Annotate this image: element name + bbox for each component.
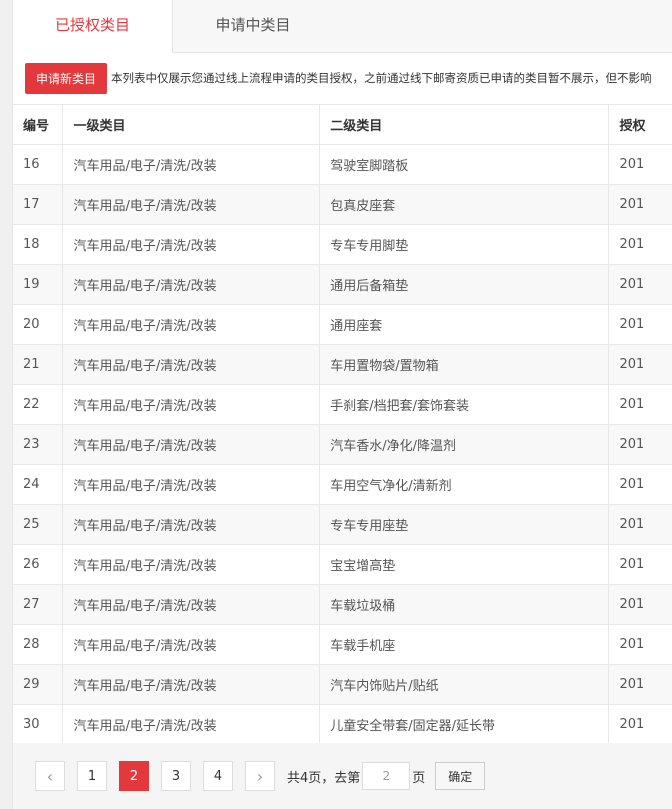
cell-cat1: 汽车用品/电子/清洗/改装 (62, 664, 321, 705)
cell-auth: 201 (608, 144, 672, 185)
header-auth: 授权 (608, 104, 672, 145)
cell-auth: 201 (608, 624, 672, 665)
tab-authorized[interactable]: 已授权类目 (13, 0, 173, 53)
table-row: 25 汽车用品/电子/清洗/改装 专车专用座垫 201 (13, 504, 672, 545)
cell-cat1: 汽车用品/电子/清洗/改装 (62, 584, 321, 625)
cell-cat2: 专车专用脚垫 (319, 224, 610, 265)
cell-cat1: 汽车用品/电子/清洗/改装 (62, 304, 321, 345)
cell-id: 18 (13, 224, 64, 265)
header-id: 编号 (13, 104, 64, 145)
cell-cat1: 汽车用品/电子/清洗/改装 (62, 224, 321, 265)
table-row: 22 汽车用品/电子/清洗/改装 手刹套/档把套/套饰套装 201 (13, 384, 672, 425)
cell-auth: 201 (608, 384, 672, 425)
table-row: 23 汽车用品/电子/清洗/改装 汽车香水/净化/降温剂 201 (13, 424, 672, 465)
total-pages-text: 共4页，去第 (287, 770, 361, 786)
cell-cat2: 通用座套 (319, 304, 610, 345)
table-row: 26 汽车用品/电子/清洗/改装 宝宝增高垫 201 (13, 544, 672, 585)
cell-auth: 201 (608, 184, 672, 225)
cell-auth: 201 (608, 704, 672, 745)
notice-text: 本列表中仅展示您通过线上流程申请的类目授权，之前通过线下邮寄资质已申请的类目暂不… (111, 71, 652, 85)
cell-cat1: 汽车用品/电子/清洗/改装 (62, 624, 321, 665)
cell-auth: 201 (608, 344, 672, 385)
apply-category-button[interactable]: 申请新类目 (25, 62, 108, 94)
cell-cat2: 包真皮座套 (319, 184, 610, 225)
cell-cat1: 汽车用品/电子/清洗/改装 (62, 504, 321, 545)
cell-cat1: 汽车用品/电子/清洗/改装 (62, 704, 321, 745)
page-3-button[interactable]: 3 (161, 761, 191, 791)
table-row: 20 汽车用品/电子/清洗/改装 通用座套 201 (13, 304, 672, 345)
cell-auth: 201 (608, 464, 672, 505)
header-cat2: 二级类目 (319, 104, 610, 145)
page-suffix-text: 页 (412, 770, 426, 786)
cell-cat1: 汽车用品/电子/清洗/改装 (62, 344, 321, 385)
page-2-button[interactable]: 2 (119, 761, 149, 791)
header-cat1: 一级类目 (62, 104, 321, 145)
cell-id: 20 (13, 304, 64, 345)
cell-id: 27 (13, 584, 64, 625)
table-row: 21 汽车用品/电子/清洗/改装 车用置物袋/置物箱 201 (13, 344, 672, 385)
cell-cat2: 手刹套/档把套/套饰套装 (319, 384, 610, 425)
table-row: 27 汽车用品/电子/清洗/改装 车载垃圾桶 201 (13, 584, 672, 625)
cell-cat2: 汽车内饰贴片/贴纸 (319, 664, 610, 705)
table-row: 30 汽车用品/电子/清洗/改装 儿童安全带套/固定器/延长带 201 (13, 704, 672, 745)
next-page-button[interactable]: › (245, 761, 275, 791)
category-table: 编号 一级类目 二级类目 授权 16 汽车用品/电子/清洗/改装 驾驶室脚踏板 201… (13, 104, 672, 745)
pagination: ‹ 1 2 3 4 › 共4页，去第 页 确定 (13, 743, 672, 809)
notice-bar: 申请新类目 本列表中仅展示您通过线上流程申请的类目授权，之前通过线下邮寄资质已申… (13, 53, 672, 103)
table-header-row: 编号 一级类目 二级类目 授权 (13, 104, 672, 145)
cell-auth: 201 (608, 584, 672, 625)
tab-bar: 已授权类目 申请中类目 (13, 0, 672, 53)
cell-id: 23 (13, 424, 64, 465)
table-row: 24 汽车用品/电子/清洗/改装 车用空气净化/清新剂 201 (13, 464, 672, 505)
cell-auth: 201 (608, 304, 672, 345)
cell-cat1: 汽车用品/电子/清洗/改装 (62, 184, 321, 225)
cell-auth: 201 (608, 424, 672, 465)
cell-id: 19 (13, 264, 64, 305)
cell-id: 25 (13, 504, 64, 545)
cell-auth: 201 (608, 664, 672, 705)
cell-auth: 201 (608, 544, 672, 585)
table-row: 16 汽车用品/电子/清洗/改装 驾驶室脚踏板 201 (13, 144, 672, 185)
cell-cat2: 车载垃圾桶 (319, 584, 610, 625)
cell-auth: 201 (608, 224, 672, 265)
table-row: 19 汽车用品/电子/清洗/改装 通用后备箱垫 201 (13, 264, 672, 305)
category-panel: 已授权类目 申请中类目 申请新类目 本列表中仅展示您通过线上流程申请的类目授权，… (12, 0, 672, 809)
table-row: 28 汽车用品/电子/清洗/改装 车载手机座 201 (13, 624, 672, 665)
cell-cat2: 车用置物袋/置物箱 (319, 344, 610, 385)
cell-id: 16 (13, 144, 64, 185)
cell-id: 21 (13, 344, 64, 385)
tab-pending[interactable]: 申请中类目 (173, 0, 333, 52)
cell-cat1: 汽车用品/电子/清洗/改装 (62, 424, 321, 465)
prev-page-button[interactable]: ‹ (35, 761, 65, 791)
cell-cat1: 汽车用品/电子/清洗/改装 (62, 544, 321, 585)
table-row: 18 汽车用品/电子/清洗/改装 专车专用脚垫 201 (13, 224, 672, 265)
cell-cat1: 汽车用品/电子/清洗/改装 (62, 464, 321, 505)
cell-cat2: 驾驶室脚踏板 (319, 144, 610, 185)
goto-page-input[interactable] (362, 762, 411, 790)
page-4-button[interactable]: 4 (203, 761, 233, 791)
cell-cat1: 汽车用品/电子/清洗/改装 (62, 264, 321, 305)
cell-cat2: 车载手机座 (319, 624, 610, 665)
cell-cat2: 专车专用座垫 (319, 504, 610, 545)
cell-auth: 201 (608, 264, 672, 305)
cell-cat2: 儿童安全带套/固定器/延长带 (319, 704, 610, 745)
cell-id: 28 (13, 624, 64, 665)
cell-id: 26 (13, 544, 64, 585)
cell-id: 30 (13, 704, 64, 745)
table-row: 29 汽车用品/电子/清洗/改装 汽车内饰贴片/贴纸 201 (13, 664, 672, 705)
cell-cat1: 汽车用品/电子/清洗/改装 (62, 144, 321, 185)
page-1-button[interactable]: 1 (77, 761, 107, 791)
cell-cat2: 宝宝增高垫 (319, 544, 610, 585)
cell-id: 22 (13, 384, 64, 425)
goto-confirm-button[interactable]: 确定 (435, 762, 486, 790)
cell-auth: 201 (608, 504, 672, 545)
table-row: 17 汽车用品/电子/清洗/改装 包真皮座套 201 (13, 184, 672, 225)
cell-id: 24 (13, 464, 64, 505)
cell-cat2: 通用后备箱垫 (319, 264, 610, 305)
cell-id: 29 (13, 664, 64, 705)
cell-cat2: 汽车香水/净化/降温剂 (319, 424, 610, 465)
cell-id: 17 (13, 184, 64, 225)
cell-cat2: 车用空气净化/清新剂 (319, 464, 610, 505)
cell-cat1: 汽车用品/电子/清洗/改装 (62, 384, 321, 425)
